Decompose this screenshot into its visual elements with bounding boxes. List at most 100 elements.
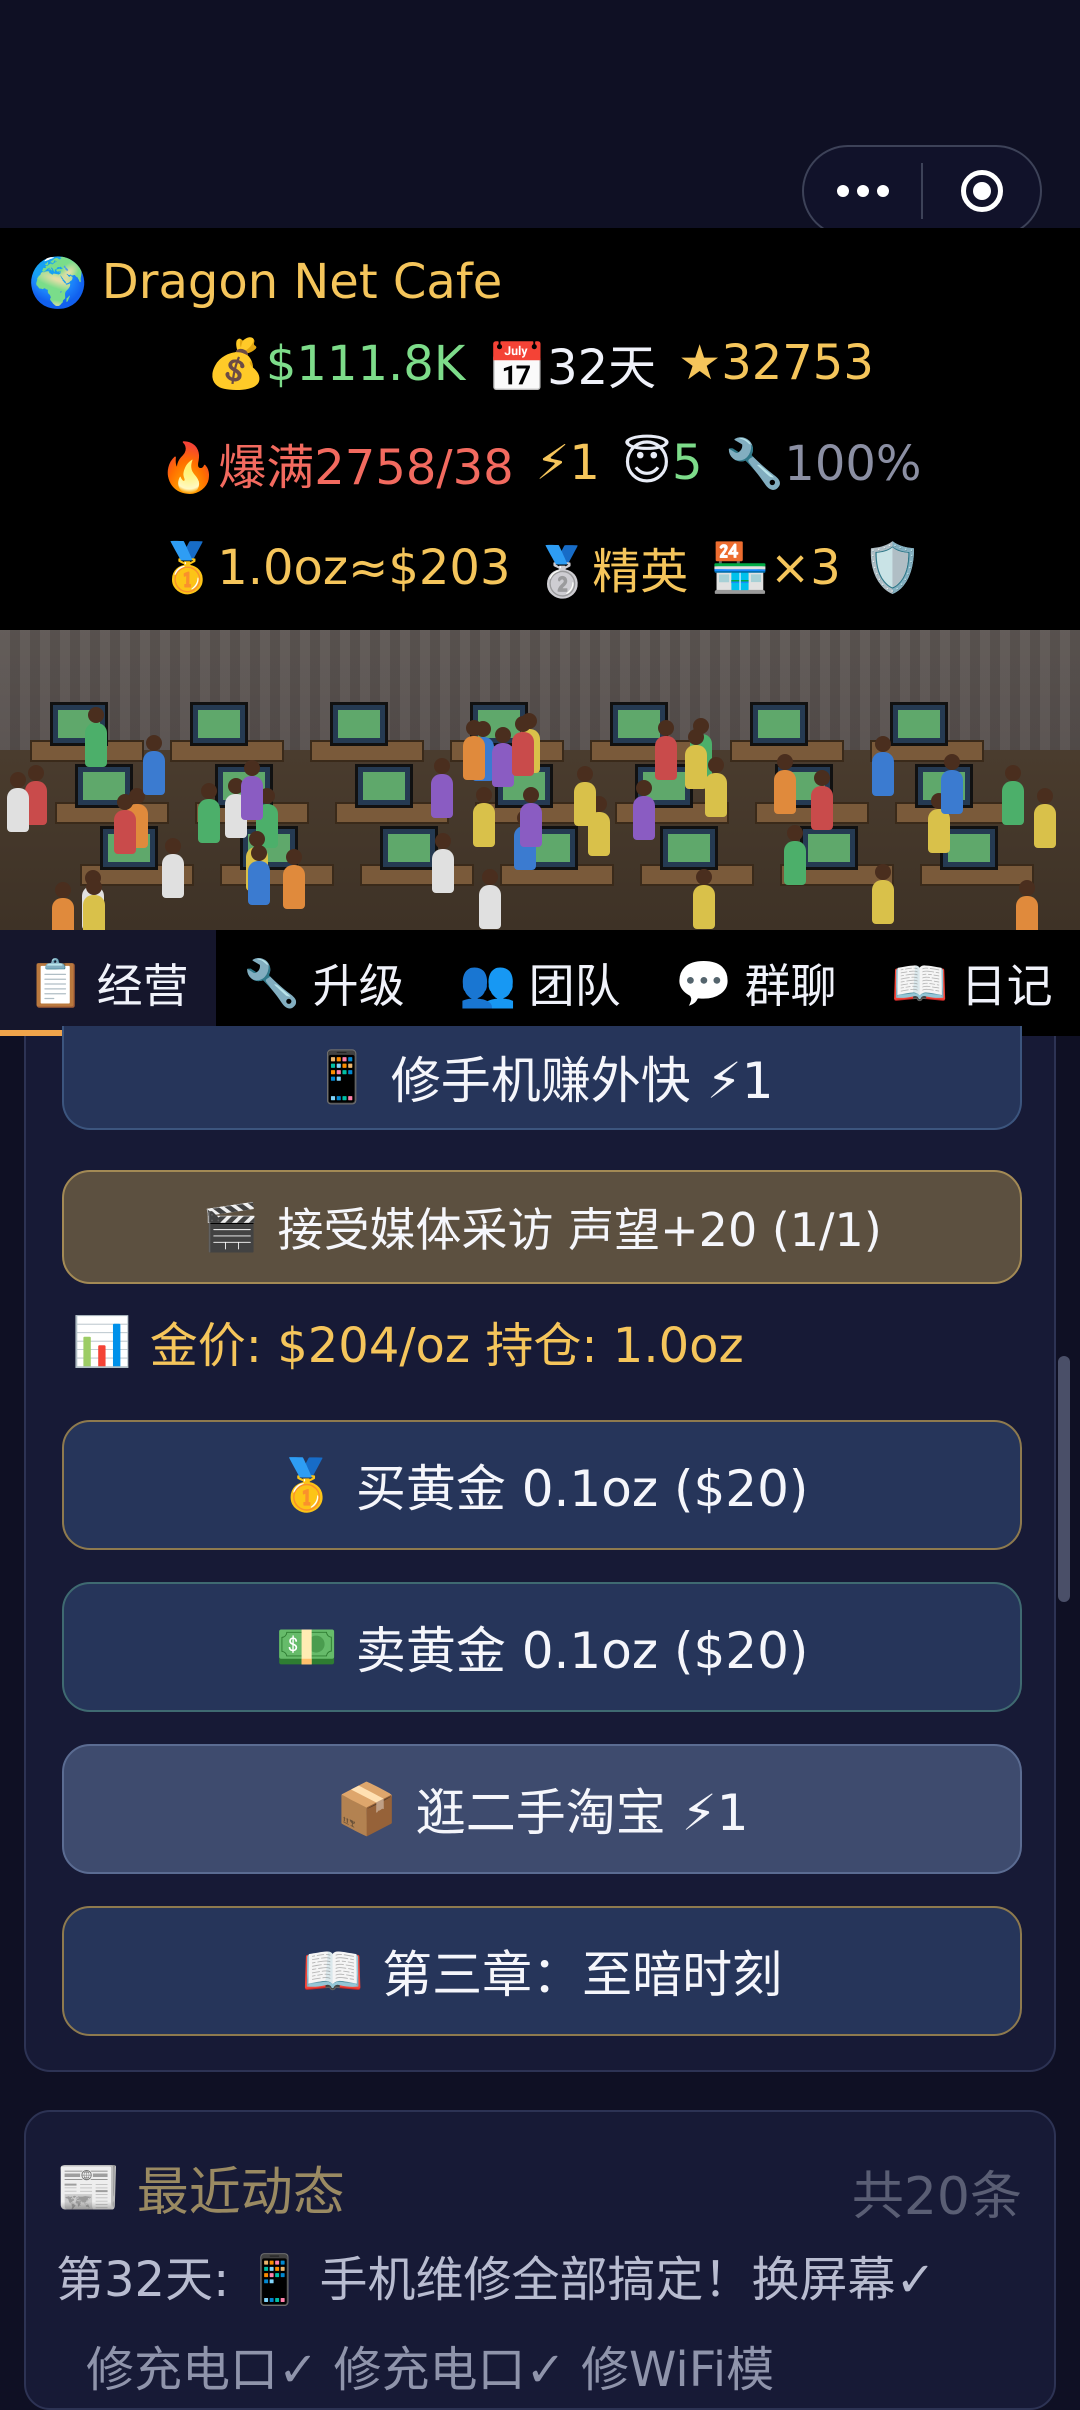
status-bar-area: [0, 0, 1080, 237]
halo-face-icon: 😇: [621, 435, 672, 491]
repair-value: 100%: [784, 435, 922, 492]
scrollbar[interactable]: [1058, 1356, 1070, 1602]
occupancy-value: 爆满2758/38: [218, 440, 514, 496]
cafe-title-row: 🌍 Dragon Net Cafe: [28, 248, 502, 316]
star-icon: ★: [678, 335, 722, 391]
scene-person: [633, 780, 655, 840]
scene-person: [941, 754, 963, 814]
scene-person: [492, 727, 514, 787]
tab-team[interactable]: 👥 团队: [432, 930, 648, 1036]
stats-header: 🌍 Dragon Net Cafe 💰$111.8K 📅32天 ★32753 🔥…: [0, 228, 1080, 630]
tab-label: 日记: [960, 959, 1053, 1013]
energy-value: 1: [569, 435, 600, 491]
gold-price-text: 金价: $204/oz 持仓: 1.0oz: [149, 1318, 744, 1374]
open-book-icon: 📖: [301, 1941, 365, 2000]
tab-label: 群聊: [744, 959, 837, 1013]
scene-person: [198, 783, 220, 843]
sell-gold-button[interactable]: 💵 卖黄金 0.1oz ($20): [62, 1582, 1022, 1712]
media-interview-button[interactable]: 🎬 接受媒体采访 声望+20 (1/1): [62, 1170, 1022, 1284]
phone-icon: 📱: [310, 1047, 373, 1106]
scene-person: [7, 772, 29, 832]
gold-value: 1.0oz≈$203: [217, 539, 511, 596]
scene-person: [431, 758, 453, 818]
scene-person: [872, 864, 894, 924]
scene-person: [928, 793, 950, 853]
karma-stat: 😇5: [622, 435, 703, 491]
news-title: 最近动态: [136, 2163, 345, 2223]
news-item: 修充电口✓ 修充电口✓ 修WiFi模: [86, 2342, 775, 2398]
scene-monitor: [890, 702, 948, 746]
tab-group-chat[interactable]: 💬 群聊: [648, 930, 864, 1036]
cash-icon: 💵: [275, 1617, 338, 1676]
tab-label: 升级: [312, 959, 405, 1013]
money-value: $111.8K: [265, 335, 466, 392]
chapter-button[interactable]: 📖 第三章：至暗时刻: [62, 1906, 1022, 2036]
news-count: 共20条: [851, 2167, 1022, 2227]
stats-row-2: 🔥爆满2758/38 ⚡1 😇5 🔧100%: [0, 428, 1080, 498]
newspaper-icon: 📰: [56, 2158, 121, 2218]
tab-operations[interactable]: 📋 经营: [0, 930, 216, 1036]
gold-stat: 🥇1.0oz≈$203: [157, 539, 510, 596]
chat-icon: 💬: [675, 955, 733, 1010]
energy-stat: ⚡1: [536, 435, 600, 491]
gold-medal-icon: 🥇: [157, 539, 218, 596]
scene-person: [52, 882, 74, 930]
book-icon: 📖: [891, 955, 949, 1010]
repair-phone-button[interactable]: 📱 修手机赚外快 ⚡1: [62, 1026, 1022, 1130]
more-options-button[interactable]: [804, 147, 921, 235]
buy-gold-button[interactable]: 🥇 买黄金 0.1oz ($20): [62, 1420, 1022, 1550]
stores-value: ×3: [770, 539, 841, 596]
moneybag-icon: 💰: [206, 335, 266, 392]
recent-news-card: 📰 最近动态 共20条 第32天: 📱 手机维修全部搞定！换屏幕✓ 修充电口✓ …: [24, 2110, 1056, 2410]
news-header: 📰 最近动态: [56, 2150, 345, 2225]
package-icon: 📦: [335, 1779, 398, 1838]
wrench-icon: 🔧: [724, 435, 785, 492]
clipboard-icon: 📋: [27, 955, 85, 1010]
shield-icon: 🛡️: [862, 539, 923, 596]
tab-upgrade[interactable]: 🔧 升级: [216, 930, 432, 1036]
days-value: 32天: [547, 340, 657, 396]
scene-person: [143, 735, 165, 795]
secondhand-shop-button[interactable]: 📦 逛二手淘宝 ⚡1: [62, 1744, 1022, 1874]
scene-person: [114, 794, 136, 854]
tab-label: 团队: [528, 959, 621, 1013]
lightning-icon: ⚡: [535, 435, 570, 491]
net-cafe-scene-image: [0, 630, 1080, 930]
sell-gold-label: 卖黄金 0.1oz ($20): [355, 1622, 809, 1680]
rank-value: 精英: [592, 544, 689, 600]
operations-panel: 📱 修手机赚外快 ⚡1 🎬 接受媒体采访 声望+20 (1/1) 📊 金价: $…: [24, 1026, 1056, 2072]
rank-stat: 🥈精英: [532, 532, 688, 602]
scene-person: [655, 720, 677, 780]
media-interview-label: 接受媒体采访 声望+20 (1/1): [277, 1203, 882, 1257]
scene-monitor: [750, 702, 808, 746]
gold-medal-icon: 🥇: [275, 1455, 338, 1514]
stars-stat: ★32753: [678, 335, 874, 391]
scene-person: [1016, 880, 1038, 930]
days-stat: 📅32天: [487, 328, 656, 398]
repair-phone-label: 修手机赚外快 ⚡1: [390, 1052, 774, 1110]
scene-monitor: [355, 764, 413, 808]
karma-value: 5: [671, 435, 703, 491]
occupancy-stat: 🔥爆满2758/38: [158, 428, 513, 498]
scene-person: [248, 845, 270, 905]
stars-value: 32753: [721, 335, 874, 391]
fire-icon: 🔥: [158, 440, 219, 496]
repair-stat: 🔧100%: [725, 435, 922, 492]
scene-monitor: [330, 702, 388, 746]
calendar-icon: 📅: [487, 340, 548, 396]
scene-person: [1002, 765, 1024, 825]
store-icon: 🏪: [710, 539, 771, 596]
money-stat: 💰$111.8K: [206, 335, 465, 392]
scene-person: [473, 787, 495, 847]
scene-person: [685, 729, 707, 789]
close-miniprogram-button[interactable]: [923, 147, 1040, 235]
miniprogram-capsule: [802, 145, 1042, 237]
scene-person: [705, 757, 727, 817]
scene-person: [283, 849, 305, 909]
scene-monitor: [660, 826, 718, 870]
tab-diary[interactable]: 📖 日记: [864, 930, 1080, 1036]
wrench-icon: 🔧: [243, 955, 301, 1010]
silver-medal-icon: 🥈: [532, 544, 593, 600]
scene-person: [574, 766, 596, 826]
scene-person: [479, 869, 501, 929]
